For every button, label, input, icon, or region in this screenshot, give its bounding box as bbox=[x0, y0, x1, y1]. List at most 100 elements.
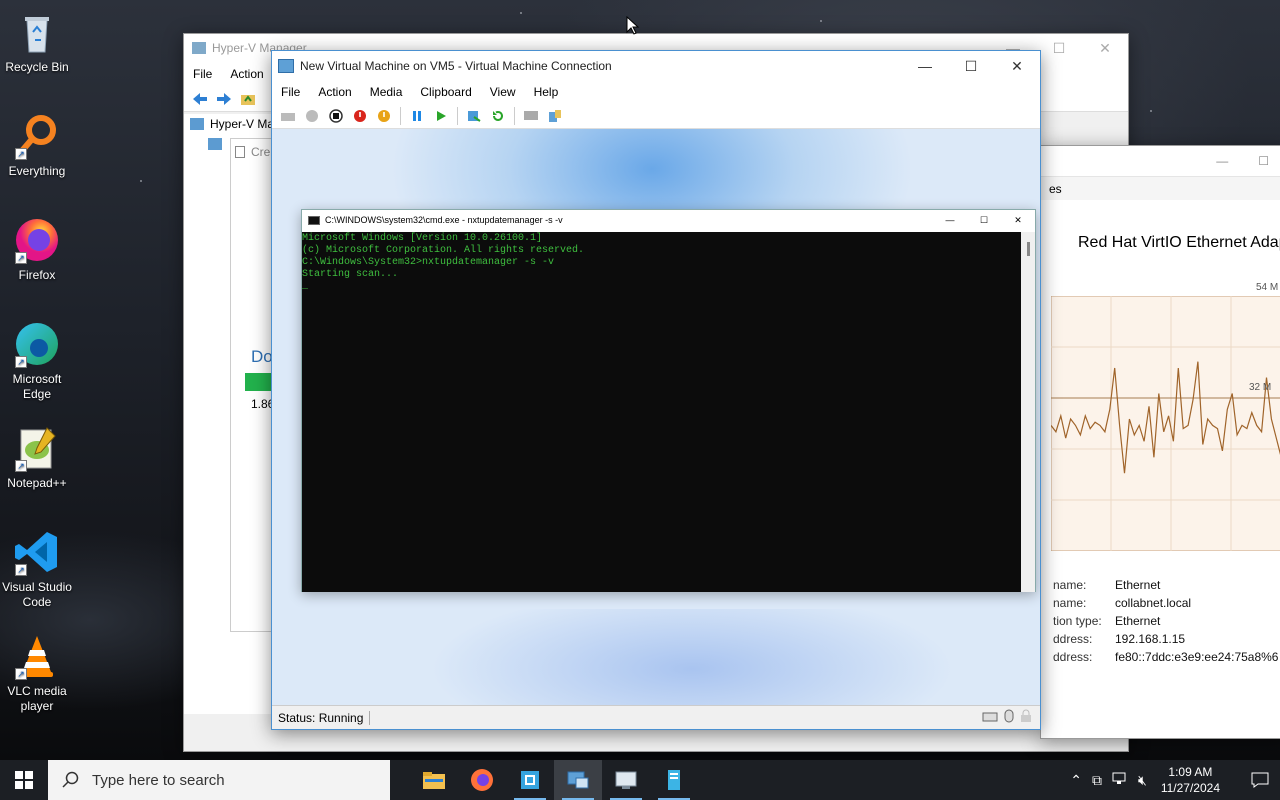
throughput-graph bbox=[1051, 296, 1280, 551]
vm-connection-icon bbox=[567, 771, 589, 789]
cmd-window[interactable]: C:\WINDOWS\system32\cmd.exe - nxtupdatem… bbox=[301, 209, 1036, 592]
console-line: (c) Microsoft Corporation. All rights re… bbox=[302, 245, 585, 256]
ctrl-alt-del-icon[interactable] bbox=[278, 106, 298, 126]
menu-action[interactable]: Action bbox=[221, 67, 272, 81]
recycle-bin-icon bbox=[13, 8, 61, 56]
menu-action[interactable]: Action bbox=[309, 85, 360, 99]
shortcut-arrow-icon: ↗ bbox=[15, 460, 27, 472]
detail-value: Ethernet bbox=[1115, 614, 1161, 628]
close-button[interactable]: ✕ bbox=[994, 51, 1040, 81]
action-center-button[interactable] bbox=[1240, 760, 1280, 800]
vm-connection-app-icon bbox=[278, 59, 294, 73]
desktop-icon-label: Microsoft Edge bbox=[12, 372, 62, 401]
menu-help[interactable]: Help bbox=[525, 85, 568, 99]
detail-key: name: bbox=[1053, 578, 1087, 592]
task-manager-window[interactable]: — ☐ es Red Hat VirtIO Ethernet Adap 54 M … bbox=[1040, 145, 1280, 739]
enhanced-session-icon[interactable] bbox=[521, 106, 541, 126]
save-state-icon[interactable] bbox=[374, 106, 394, 126]
desktop-icon-recycle-bin[interactable]: Recycle Bin bbox=[0, 8, 74, 75]
maximize-button[interactable]: ☐ bbox=[967, 215, 1001, 226]
maximize-button[interactable]: ☐ bbox=[1036, 33, 1082, 63]
desktop-icon-edge[interactable]: ↗ Microsoft Edge bbox=[0, 320, 74, 402]
desktop-icon-label: Everything bbox=[8, 164, 66, 178]
vm-display[interactable]: C:\WINDOWS\system32\cmd.exe - nxtupdatem… bbox=[272, 129, 1040, 705]
taskbar-file-explorer[interactable] bbox=[410, 760, 458, 800]
desktop-icon-vlc[interactable]: ↗ VLC media player bbox=[0, 632, 74, 714]
cmd-scrollbar[interactable] bbox=[1021, 232, 1035, 592]
maximize-button[interactable]: ☐ bbox=[1258, 154, 1269, 168]
tree-root[interactable]: Hyper-V Ma bbox=[210, 117, 274, 131]
maximize-button[interactable]: ☐ bbox=[948, 51, 994, 81]
file-explorer-icon bbox=[423, 772, 445, 789]
remote-desktop-icon bbox=[615, 771, 637, 789]
scale-mid-label: 32 M bbox=[1249, 382, 1272, 393]
desktop-icon-vscode[interactable]: ↗ Visual Studio Code bbox=[0, 528, 74, 610]
desktop-icon-notepadpp[interactable]: ↗ Notepad++ bbox=[0, 424, 74, 491]
scrollbar-thumb[interactable] bbox=[1026, 242, 1030, 256]
cmd-icon bbox=[308, 215, 320, 225]
revert-icon[interactable] bbox=[488, 106, 508, 126]
close-button[interactable]: ✕ bbox=[1001, 215, 1035, 226]
clock-time: 1:09 AM bbox=[1168, 765, 1213, 779]
show-hidden-icons-chevron-icon[interactable]: ⌃ bbox=[1070, 772, 1082, 789]
tab-services[interactable]: es bbox=[1041, 176, 1280, 200]
taskbar-server[interactable] bbox=[650, 760, 698, 800]
checkpoint-icon[interactable] bbox=[464, 106, 484, 126]
notification-icon bbox=[1251, 772, 1269, 788]
taskbar-remote-desktop[interactable] bbox=[602, 760, 650, 800]
shutdown-icon[interactable] bbox=[350, 106, 370, 126]
close-button[interactable]: ✕ bbox=[1082, 33, 1128, 63]
start-vm-icon[interactable] bbox=[302, 106, 322, 126]
desktop: Recycle Bin ↗ Everything ↗ Firefox ↗ Mic… bbox=[0, 0, 1280, 760]
vm-connection-window[interactable]: New Virtual Machine on VM5 - Virtual Mac… bbox=[271, 50, 1041, 730]
everything-search-icon: ↗ bbox=[13, 112, 61, 160]
desktop-icon-label: Recycle Bin bbox=[5, 60, 69, 74]
taskbar: Type here to search ⌃ ⧉ 🔇︎ 1:09 AM 11/27… bbox=[0, 760, 1280, 800]
taskbar-hyperv-manager[interactable] bbox=[506, 760, 554, 800]
resume-icon[interactable] bbox=[431, 106, 451, 126]
adapter-title: Red Hat VirtIO Ethernet Adap bbox=[1078, 234, 1280, 251]
menu-file[interactable]: File bbox=[184, 67, 221, 81]
detail-row: ddress: 192.168.1.15 bbox=[1053, 630, 1278, 648]
detail-row: name: collabnet.local bbox=[1053, 594, 1278, 612]
taskbar-search-box[interactable]: Type here to search bbox=[48, 760, 390, 800]
menu-view[interactable]: View bbox=[481, 85, 525, 99]
notification-tray-icon[interactable]: ⧉ bbox=[1092, 772, 1102, 789]
pause-icon[interactable] bbox=[407, 106, 427, 126]
firefox-icon: ↗ bbox=[13, 216, 61, 264]
taskbar-firefox[interactable] bbox=[458, 760, 506, 800]
desktop-icon-everything[interactable]: ↗ Everything bbox=[0, 112, 74, 179]
network-icon[interactable] bbox=[1112, 772, 1128, 789]
detail-key: name: bbox=[1053, 596, 1087, 610]
menu-media[interactable]: Media bbox=[361, 85, 412, 99]
volume-muted-icon[interactable]: 🔇︎ bbox=[1138, 772, 1147, 789]
server-tree-icon bbox=[208, 138, 222, 150]
clock[interactable]: 1:09 AM 11/27/2024 bbox=[1161, 764, 1220, 796]
minimize-button[interactable]: — bbox=[933, 215, 967, 225]
up-folder-icon[interactable] bbox=[238, 89, 258, 109]
detail-row: name: Ethernet bbox=[1053, 576, 1278, 594]
shortcut-arrow-icon: ↗ bbox=[15, 252, 27, 264]
menu-clipboard[interactable]: Clipboard bbox=[411, 85, 480, 99]
search-placeholder: Type here to search bbox=[92, 771, 225, 789]
download-heading: Do bbox=[251, 347, 273, 366]
hyperv-app-icon bbox=[192, 42, 206, 54]
mouse-cursor-icon bbox=[626, 16, 640, 35]
mouse-icon bbox=[1004, 709, 1014, 726]
cmd-console[interactable]: Microsoft Windows [Version 10.0.26100.1]… bbox=[302, 232, 1022, 592]
minimize-button[interactable]: — bbox=[1216, 154, 1228, 168]
create-dialog-title: Cre bbox=[251, 145, 271, 159]
start-button[interactable] bbox=[0, 760, 48, 800]
taskbar-vm-connection[interactable] bbox=[554, 760, 602, 800]
detail-value: 192.168.1.15 bbox=[1115, 632, 1186, 646]
windows-logo-icon bbox=[15, 771, 33, 789]
desktop-icon-firefox[interactable]: ↗ Firefox bbox=[0, 216, 74, 283]
forward-arrow-icon[interactable] bbox=[214, 89, 234, 109]
minimize-button[interactable]: — bbox=[902, 51, 948, 81]
share-icon[interactable] bbox=[545, 106, 565, 126]
lock-icon bbox=[1020, 709, 1032, 726]
menu-file[interactable]: File bbox=[272, 85, 309, 99]
turn-off-icon[interactable] bbox=[326, 106, 346, 126]
back-arrow-icon[interactable] bbox=[190, 89, 210, 109]
desktop-icon-label: VLC media player bbox=[7, 684, 67, 713]
